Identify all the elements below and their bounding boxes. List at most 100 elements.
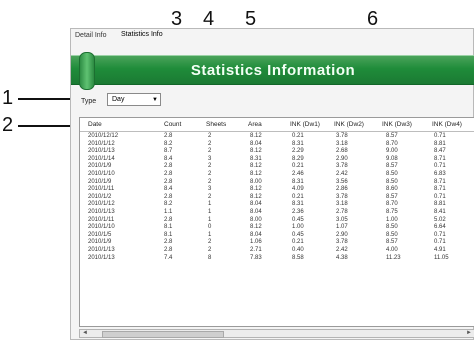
- table-cell: 2: [208, 239, 212, 246]
- table-row[interactable]: 2010/1/11 2.8 1 8.00 0.45 3.05 1.00 5.02: [80, 217, 474, 225]
- table-cell: 2.8: [164, 216, 173, 223]
- column-header-sheets[interactable]: Sheets: [206, 121, 226, 128]
- tab-statistics-info[interactable]: Statistics Info: [121, 31, 163, 38]
- table-cell: 0.71: [434, 239, 446, 246]
- column-header-ink-dw3[interactable]: INK (Dw3): [382, 121, 412, 128]
- table-cell: 8.57: [386, 239, 398, 246]
- table-cell: 1.07: [336, 224, 348, 231]
- table-cell: 8.12: [250, 171, 262, 177]
- table-cell: 1: [208, 201, 212, 208]
- table-cell: 2.8: [164, 193, 173, 200]
- table-cell: 2010/1/12: [88, 140, 115, 147]
- table-row[interactable]: 2010/1/9 2.8 2 8.12 0.21 3.78 8.57 0.71: [80, 163, 474, 171]
- table-cell: 8.50: [386, 171, 398, 177]
- column-header-ink-dw1[interactable]: INK (Dw1): [290, 121, 320, 128]
- column-header-date[interactable]: Date: [88, 121, 102, 128]
- table-row[interactable]: 2010/1/12 8.2 1 8.04 8.31 3.18 8.70 8.81: [80, 201, 474, 209]
- table-row[interactable]: 2010/1/13 2.8 2 2.71 0.40 2.42 4.00 4.91: [80, 247, 474, 255]
- table-row[interactable]: 2010/1/12 8.2 2 8.04 8.31 3.18 8.70 8.81: [80, 141, 474, 149]
- column-header-ink-dw2[interactable]: INK (Dw2): [334, 121, 364, 128]
- column-header-ink-dw4[interactable]: INK (Dw4): [432, 121, 462, 128]
- column-header-count[interactable]: Count: [164, 121, 181, 128]
- table-cell: 8.7: [164, 148, 173, 155]
- table-cell: 8.04: [250, 231, 262, 238]
- table-cell: 8.57: [386, 193, 398, 200]
- table-cell: 8.12: [250, 133, 262, 139]
- table-cell: 8.12: [250, 193, 262, 200]
- table-row[interactable]: 2010/1/11 8.4 3 8.12 4.09 2.86 8.60 8.71: [80, 186, 474, 194]
- table-cell: 1: [208, 231, 212, 238]
- table-cell: 8.41: [434, 209, 446, 215]
- table-cell: 0.21: [292, 193, 304, 200]
- table-cell: 8.12: [250, 148, 262, 155]
- table-cell: 2.8: [164, 163, 173, 170]
- table-row[interactable]: 2010/1/13 7.4 8 7.83 8.58 4.38 11.23 11.05: [80, 255, 474, 263]
- column-header-area[interactable]: Area: [248, 121, 262, 128]
- table-cell: 1.06: [250, 239, 262, 246]
- table-cell: 8.70: [386, 140, 398, 147]
- table-cell: 0.21: [292, 163, 304, 170]
- table-cell: 2010/1/13: [88, 148, 115, 155]
- table-cell: 5.02: [434, 216, 446, 223]
- table-cell: 2010/1/13: [88, 209, 115, 215]
- callout-5: 5: [245, 8, 257, 30]
- table-cell: 2: [208, 171, 212, 177]
- table-cell: 2.42: [336, 247, 348, 253]
- tab-bar: Detail Info Statistics Info: [71, 29, 473, 43]
- table-cell: 8.31: [250, 155, 262, 162]
- table-cell: 8.1: [164, 231, 173, 238]
- table-cell: 3: [208, 155, 212, 162]
- table-cell: 8.58: [292, 254, 304, 261]
- table-cell: 2: [208, 163, 212, 170]
- table-row[interactable]: 2010/12/12 2.8 2 8.12 0.21 3.78 8.57 0.71: [80, 133, 474, 141]
- table-row[interactable]: 2010/1/13 8.7 2 8.12 2.29 2.68 9.00 8.47: [80, 148, 474, 156]
- table-cell: 3: [208, 186, 212, 193]
- callout-6: 6: [367, 8, 379, 30]
- table-cell: 1.00: [292, 224, 304, 231]
- horizontal-scrollbar[interactable]: ◄ ►: [79, 329, 474, 338]
- table-cell: 8.60: [386, 186, 398, 193]
- table-row[interactable]: 2010/1/5 8.1 1 8.04 0.45 2.90 8.50 0.71: [80, 232, 474, 240]
- tab-detail-info[interactable]: Detail Info: [75, 32, 107, 39]
- table-cell: 8.71: [434, 155, 446, 162]
- table-cell: 2.29: [292, 148, 304, 155]
- table-cell: 8: [208, 254, 212, 261]
- scrollbar-thumb[interactable]: [102, 331, 224, 338]
- table-cell: 8.57: [386, 133, 398, 139]
- table-row[interactable]: 2010/1/14 8.4 3 8.31 8.29 2.90 9.08 8.71: [80, 156, 474, 164]
- table-cell: 3.56: [336, 178, 348, 185]
- scroll-right-icon[interactable]: ►: [466, 330, 472, 336]
- table-cell: 2.8: [164, 247, 173, 253]
- table-cell: 2.90: [336, 231, 348, 238]
- table-cell: 8.00: [250, 178, 262, 185]
- table-cell: 3.78: [336, 193, 348, 200]
- table-row[interactable]: 2010/1/13 1.1 1 8.04 2.36 2.78 8.75 8.41: [80, 209, 474, 217]
- table-row[interactable]: 2010/1/10 8.1 0 8.12 1.00 1.07 8.50 6.64: [80, 224, 474, 232]
- table-row[interactable]: 2010/1/2 2.8 2 8.12 0.21 3.78 8.57 0.71: [80, 194, 474, 202]
- table-cell: 8.2: [164, 140, 173, 147]
- statistics-banner: Statistics Information: [71, 52, 474, 90]
- table-cell: 8.31: [292, 201, 304, 208]
- type-select[interactable]: Day ▼: [107, 93, 161, 106]
- table-cell: 7.83: [250, 254, 262, 261]
- table-cell: 2: [208, 178, 212, 185]
- table-row[interactable]: 2010/1/9 2.8 2 1.06 0.21 3.78 8.57 0.71: [80, 239, 474, 247]
- table-cell: 2010/1/5: [88, 231, 112, 238]
- table-cell: 0.21: [292, 133, 304, 139]
- table-cell: 6.64: [434, 224, 446, 231]
- table-cell: 2010/1/9: [88, 178, 112, 185]
- table-cell: 0.45: [292, 216, 304, 223]
- table-cell: 8.04: [250, 201, 262, 208]
- table-row[interactable]: 2010/1/9 2.8 2 8.00 8.31 3.56 8.50 8.71: [80, 179, 474, 187]
- table-cell: 6.83: [434, 171, 446, 177]
- callout-2: 2: [2, 114, 14, 136]
- table-cell: 0: [208, 224, 212, 231]
- table-cell: 8.04: [250, 140, 262, 147]
- table-cell: 8.04: [250, 209, 262, 215]
- table-cell: 3.78: [336, 239, 348, 246]
- scroll-left-icon[interactable]: ◄: [82, 330, 88, 336]
- table-cell: 2010/1/10: [88, 171, 115, 177]
- table-row[interactable]: 2010/1/10 2.8 2 8.12 2.46 2.42 8.50 6.83: [80, 171, 474, 179]
- table-cell: 2.8: [164, 178, 173, 185]
- table-cell: 8.50: [386, 224, 398, 231]
